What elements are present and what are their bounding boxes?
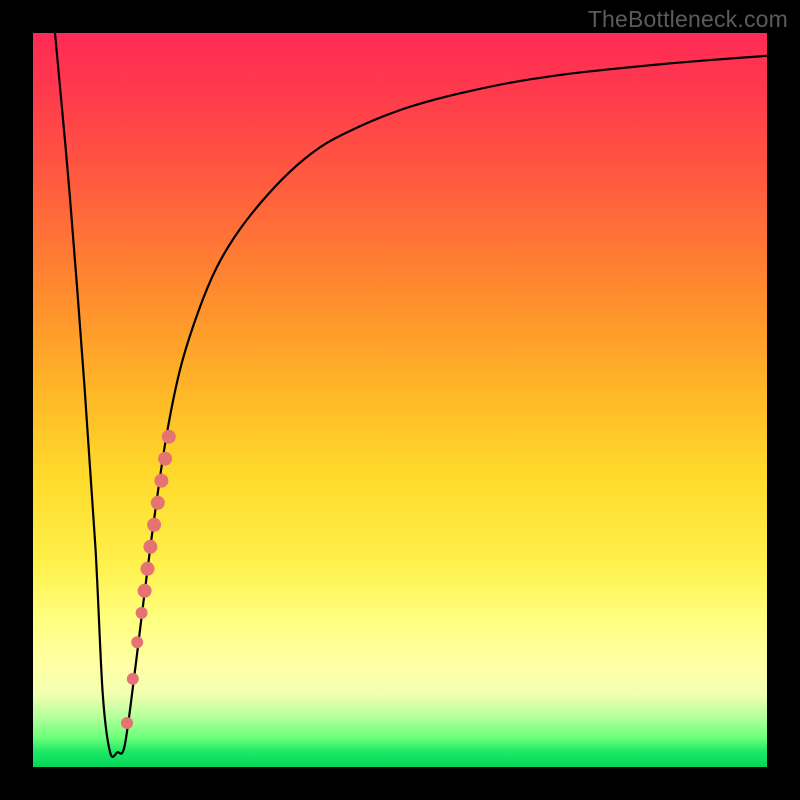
plot-area: [33, 33, 767, 767]
highlight-dot: [127, 673, 139, 685]
chart-frame: TheBottleneck.com: [0, 0, 800, 800]
highlight-dot: [151, 496, 165, 510]
highlight-dot: [143, 540, 157, 554]
highlight-dot: [147, 518, 161, 532]
highlight-dot: [121, 717, 133, 729]
highlight-dot: [131, 636, 143, 648]
highlight-dot: [162, 430, 176, 444]
highlight-dot: [141, 562, 155, 576]
highlight-dot: [158, 452, 172, 466]
chart-svg: [33, 33, 767, 767]
highlight-dots: [121, 430, 176, 729]
watermark-text: TheBottleneck.com: [588, 6, 788, 33]
highlight-dot: [136, 607, 148, 619]
highlight-dot: [138, 584, 152, 598]
bottleneck-curve: [55, 33, 767, 757]
highlight-dot: [154, 474, 168, 488]
